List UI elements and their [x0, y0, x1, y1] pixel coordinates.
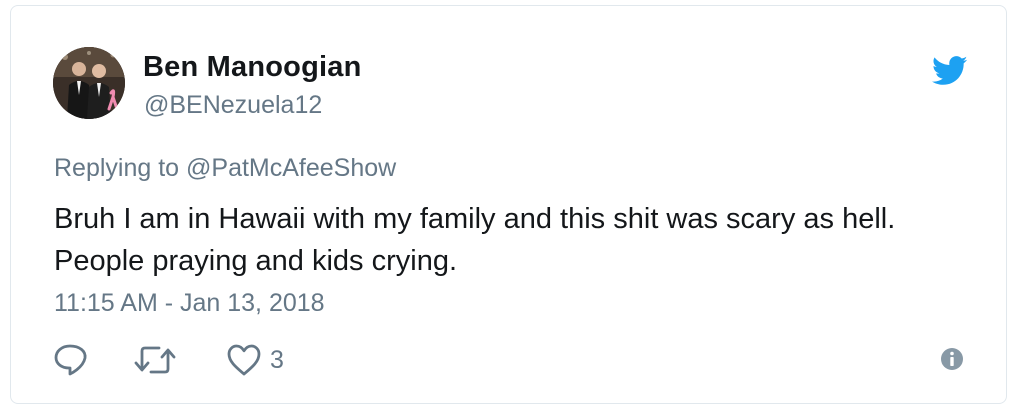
retweet-button[interactable]: [133, 342, 177, 378]
tweet-timestamp[interactable]: 11:15 AM - Jan 13, 2018: [54, 289, 325, 318]
replying-to-label[interactable]: Replying to @PatMcAfeeShow: [54, 154, 396, 183]
tweet-text: Bruh I am in Hawaii with my family and t…: [54, 203, 896, 277]
author-handle[interactable]: @BENezuela12: [144, 91, 322, 120]
speech-bubble-icon: [54, 344, 87, 376]
like-count: 3: [270, 345, 284, 374]
twitter-bird-icon[interactable]: [932, 56, 968, 86]
avatar[interactable]: [53, 47, 125, 119]
tweet-card: Ben Manoogian @BENezuela12 Replying to @…: [10, 5, 1007, 404]
heart-icon: [227, 344, 261, 376]
info-icon: [941, 348, 963, 370]
author-name[interactable]: Ben Manoogian: [143, 51, 362, 84]
like-button[interactable]: 3: [226, 342, 284, 378]
reply-button[interactable]: [53, 342, 89, 378]
retweet-icon: [134, 346, 176, 374]
info-button[interactable]: [940, 347, 964, 376]
profile-photo-icon: [53, 47, 125, 119]
